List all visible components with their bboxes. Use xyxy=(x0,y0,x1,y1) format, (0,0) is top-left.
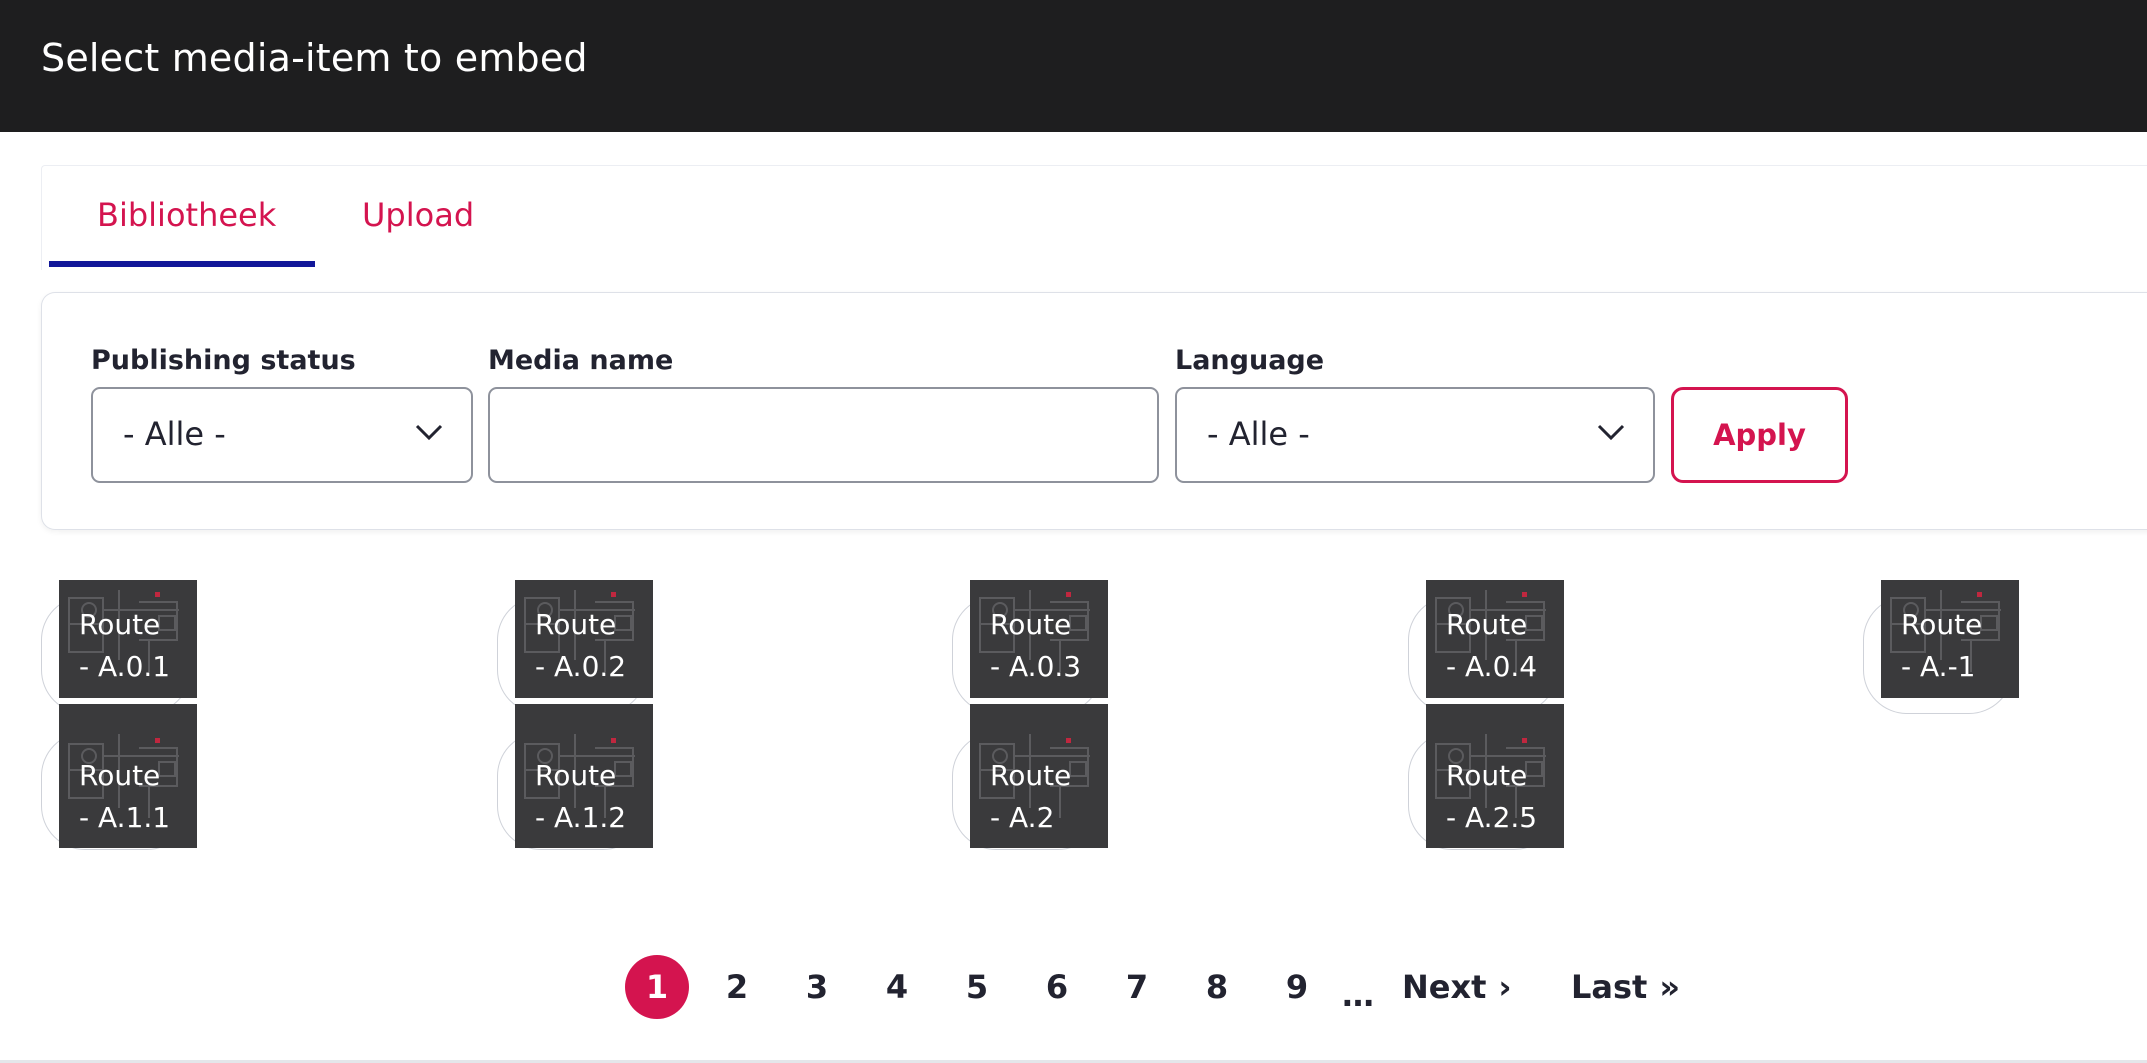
media-title-line2: - A.-1 xyxy=(1901,650,1976,683)
pager-next-label: Next xyxy=(1402,968,1487,1006)
tab-bibliotheek[interactable]: Bibliotheek xyxy=(97,196,276,234)
media-thumbnail: Route - A.2.5 xyxy=(1426,704,1564,848)
pagination: 1 2 3 4 5 6 7 8 9 … Next › Last » xyxy=(0,955,2147,1019)
media-thumbnail: Route - A.1.2 xyxy=(515,704,653,848)
media-title-line2: - A.2.5 xyxy=(1446,801,1538,834)
media-name-input[interactable] xyxy=(488,387,1159,483)
pager-page-current[interactable]: 1 xyxy=(625,955,689,1019)
language-label: Language xyxy=(1175,345,1325,376)
pager-page[interactable]: 5 xyxy=(955,955,999,1019)
publishing-status-select[interactable]: - Alle - xyxy=(91,387,473,483)
media-thumbnail: Route - A.0.3 xyxy=(970,580,1108,698)
active-tab-indicator xyxy=(49,261,315,267)
chevron-down-icon xyxy=(415,424,443,441)
media-title-line1: Route xyxy=(1901,608,1983,641)
media-thumbnail: Route - A.0.1 xyxy=(59,580,197,698)
pager-next[interactable]: Next › xyxy=(1402,955,1512,1019)
dialog-title: Select media-item to embed xyxy=(41,36,588,80)
pager-page[interactable]: 9 xyxy=(1275,955,1319,1019)
pager-ellipsis: … xyxy=(1342,976,1374,1014)
media-title-line1: Route xyxy=(79,759,161,792)
media-thumbnail: Route - A.-1 xyxy=(1881,580,2019,698)
chevron-right-icon: › xyxy=(1498,968,1512,1006)
media-thumbnail: Route - A.1.1 xyxy=(59,704,197,848)
media-thumbnail: Route - A.0.4 xyxy=(1426,580,1564,698)
tabs-bar: Bibliotheek Upload xyxy=(41,165,2147,270)
media-title-line1: Route xyxy=(990,759,1072,792)
double-chevron-right-icon: » xyxy=(1659,968,1680,1006)
tab-upload[interactable]: Upload xyxy=(362,196,474,234)
pager-page[interactable]: 4 xyxy=(875,955,919,1019)
pager-page[interactable]: 3 xyxy=(795,955,839,1019)
media-title-line2: - A.0.2 xyxy=(535,650,627,683)
media-title-line1: Route xyxy=(1446,608,1528,641)
media-title-line2: - A.1.1 xyxy=(79,801,171,834)
publishing-status-label: Publishing status xyxy=(91,345,356,376)
media-title-line1: Route xyxy=(79,608,161,641)
dialog-titlebar: Select media-item to embed xyxy=(0,0,2147,132)
language-select[interactable]: - Alle - xyxy=(1175,387,1655,483)
media-name-label: Media name xyxy=(488,345,674,376)
media-title-line1: Route xyxy=(535,608,617,641)
pager-page[interactable]: 6 xyxy=(1035,955,1079,1019)
media-title-line1: Route xyxy=(535,759,617,792)
pager-page[interactable]: 8 xyxy=(1195,955,1239,1019)
pager-page[interactable]: 7 xyxy=(1115,955,1159,1019)
media-title-line2: - A.1.2 xyxy=(535,801,627,834)
pager-page[interactable]: 2 xyxy=(715,955,759,1019)
media-title-line1: Route xyxy=(990,608,1072,641)
media-title-line1: Route xyxy=(1446,759,1528,792)
pager-last-label: Last xyxy=(1571,968,1648,1006)
publishing-status-value: - Alle - xyxy=(123,415,226,453)
media-title-line2: - A.0.4 xyxy=(1446,650,1538,683)
pager-last[interactable]: Last » xyxy=(1571,955,1680,1019)
apply-button[interactable]: Apply xyxy=(1671,387,1848,483)
chevron-down-icon xyxy=(1597,424,1625,441)
filter-form: Publishing status - Alle - Media name La… xyxy=(41,292,2147,530)
media-title-line2: - A.0.1 xyxy=(79,650,171,683)
media-thumbnail: Route - A.2 xyxy=(970,704,1108,848)
media-title-line2: - A.0.3 xyxy=(990,650,1082,683)
language-value: - Alle - xyxy=(1207,415,1310,453)
media-title-line2: - A.2 xyxy=(990,801,1055,834)
media-thumbnail: Route - A.0.2 xyxy=(515,580,653,698)
